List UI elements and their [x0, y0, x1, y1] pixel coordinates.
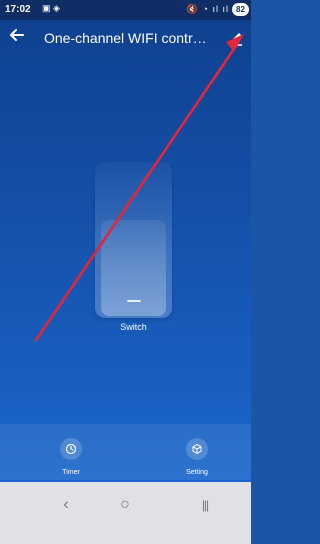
setting-label: Setting [186, 469, 208, 476]
timer-clock-icon [60, 438, 82, 460]
nav-home-icon[interactable]: ○ [114, 494, 136, 516]
app-header: One-channel WIFI controll... [0, 20, 251, 54]
timer-label: Timer [62, 469, 80, 476]
status-bar: 17:02 ▣ ◈ 🔇 ◔ ıl ıl 82 [0, 0, 251, 20]
battery-icon: 82 [232, 3, 249, 16]
timer-button[interactable]: Timer [41, 438, 101, 476]
status-time: 17:02 [5, 4, 31, 15]
nav-back-icon[interactable]: ‹ [55, 494, 77, 516]
back-arrow-svg [10, 29, 24, 41]
switch-device-button[interactable] [95, 162, 172, 318]
cube-svg [192, 444, 202, 454]
nav-recents-icon[interactable]: ||| [194, 494, 216, 516]
switch-indicator [127, 300, 141, 302]
switch-label: Switch [120, 322, 147, 332]
edit-pencil-icon[interactable] [227, 28, 245, 46]
page-title: One-channel WIFI controll... [44, 30, 214, 46]
android-navigation-bar: ‹ ○ ||| [0, 482, 251, 544]
status-signal-icons: 🔇 ◔ ıl ıl [186, 4, 229, 14]
clock-svg [65, 443, 77, 455]
back-arrow-icon[interactable] [6, 27, 28, 47]
screen: 17:02 ▣ ◈ 🔇 ◔ ıl ıl 82 One-channel WIFI … [0, 0, 251, 544]
setting-cube-icon [186, 438, 208, 460]
pencil-svg [230, 33, 242, 46]
setting-button[interactable]: Setting [167, 438, 227, 476]
status-notification-icons: ▣ ◈ [42, 3, 60, 13]
